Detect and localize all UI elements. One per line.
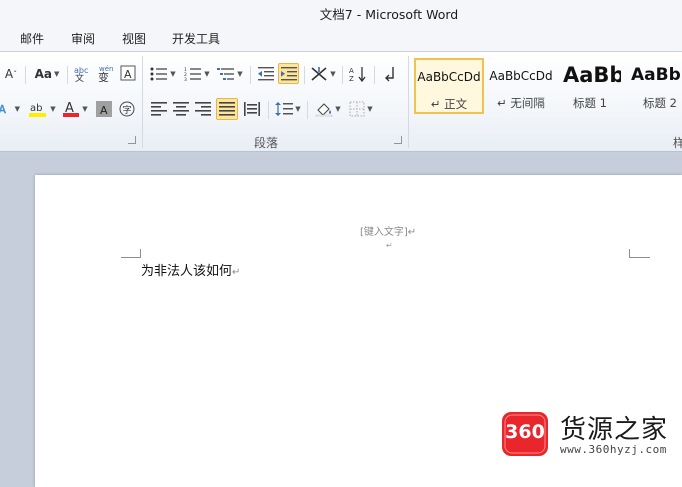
- watermark-logo-text: 360: [505, 421, 545, 443]
- increase-indent-icon[interactable]: [278, 63, 299, 84]
- font-dialog-launcher[interactable]: [128, 136, 136, 144]
- svg-text:A: A: [100, 104, 108, 117]
- crop-mark: [140, 249, 141, 258]
- ribbon: Aˇ Aa▼ abc文 wén变 A A ▼ ab ▼ A ▼ A 字 ▼ 12…: [0, 52, 682, 152]
- body-text-content: 为非法人该如何: [141, 264, 233, 279]
- svg-text:Z: Z: [349, 75, 354, 82]
- tab-review[interactable]: 审阅: [71, 30, 95, 47]
- paragraph-group-label: 段落: [254, 136, 279, 150]
- tab-view[interactable]: 视图: [122, 30, 146, 47]
- shrink-font-button[interactable]: Aˇ: [2, 64, 20, 84]
- crop-mark: [629, 257, 650, 258]
- ribbon-tabs: 邮件 审阅 视图 开发工具: [0, 24, 682, 52]
- align-right-icon[interactable]: [194, 99, 212, 119]
- align-left-icon[interactable]: [150, 99, 168, 119]
- font-color-button[interactable]: A ▼: [60, 98, 90, 120]
- justify-icon[interactable]: [216, 98, 238, 120]
- svg-text:A: A: [0, 104, 7, 116]
- svg-text:变: 变: [98, 70, 109, 82]
- highlight-color-icon[interactable]: ab ▼: [28, 98, 56, 120]
- group-separator: [142, 56, 143, 148]
- style-no-spacing[interactable]: AaBbCcDd ↵ 无间隔: [486, 58, 556, 114]
- text-effects-icon[interactable]: A ▼: [0, 98, 20, 120]
- enclosed-character-icon[interactable]: 字: [117, 99, 137, 119]
- character-shading-icon[interactable]: A: [95, 99, 113, 119]
- sort-icon[interactable]: AZ: [347, 64, 369, 84]
- watermark-site-name: 货源之家: [560, 415, 669, 445]
- styles-group-label: 样: [673, 136, 682, 150]
- document-body-text[interactable]: 为非法人该如何↵: [141, 260, 240, 279]
- bullets-button[interactable]: ▼: [148, 64, 178, 84]
- style-heading-2[interactable]: AaBb 标题 2: [626, 58, 682, 114]
- chinese-layout-button[interactable]: ▼: [308, 64, 338, 84]
- distributed-icon[interactable]: [242, 99, 262, 119]
- window-title: 文档7 - Microsoft Word: [319, 7, 459, 22]
- tab-mailings[interactable]: 邮件: [20, 30, 44, 47]
- group-separator: [408, 56, 409, 148]
- svg-text:A: A: [124, 68, 132, 81]
- title-bar: 文档7 - Microsoft Word: [0, 0, 682, 24]
- svg-text:文: 文: [75, 72, 84, 82]
- svg-text:字: 字: [123, 104, 132, 116]
- header-placeholder[interactable]: [键入文字]↵: [360, 223, 416, 238]
- header-paragraph-mark: ↵: [386, 241, 393, 250]
- character-border-icon[interactable]: A: [119, 63, 137, 83]
- tab-developer[interactable]: 开发工具: [172, 30, 220, 47]
- watermark-site-url: www.360hyzj.com: [560, 443, 667, 456]
- paragraph-mark: ↵: [232, 267, 241, 278]
- crop-mark: [629, 249, 630, 258]
- decrease-indent-icon[interactable]: [256, 64, 276, 84]
- change-case-button[interactable]: Aa ▼: [32, 64, 62, 84]
- borders-button[interactable]: ▼: [346, 99, 376, 119]
- style-heading-1[interactable]: AaBb 标题 1: [558, 58, 622, 114]
- line-spacing-button[interactable]: ▼: [274, 99, 302, 119]
- enclose-characters-icon[interactable]: wén 变: [95, 62, 115, 84]
- svg-text:ab: ab: [30, 103, 42, 114]
- style-normal[interactable]: AaBbCcDd ↵ 正文: [414, 58, 484, 114]
- svg-text:3: 3: [184, 77, 187, 81]
- shading-button[interactable]: ▼: [313, 99, 343, 119]
- paragraph-dialog-launcher[interactable]: [394, 136, 402, 144]
- crop-mark: [121, 257, 141, 258]
- svg-text:A: A: [349, 67, 354, 75]
- multilevel-list-button[interactable]: ▼: [216, 64, 244, 84]
- show-marks-icon[interactable]: [380, 64, 400, 84]
- align-center-icon[interactable]: [172, 99, 190, 119]
- numbering-button[interactable]: 123 ▼: [182, 64, 212, 84]
- phonetic-guide-icon[interactable]: abc 文: [72, 62, 92, 84]
